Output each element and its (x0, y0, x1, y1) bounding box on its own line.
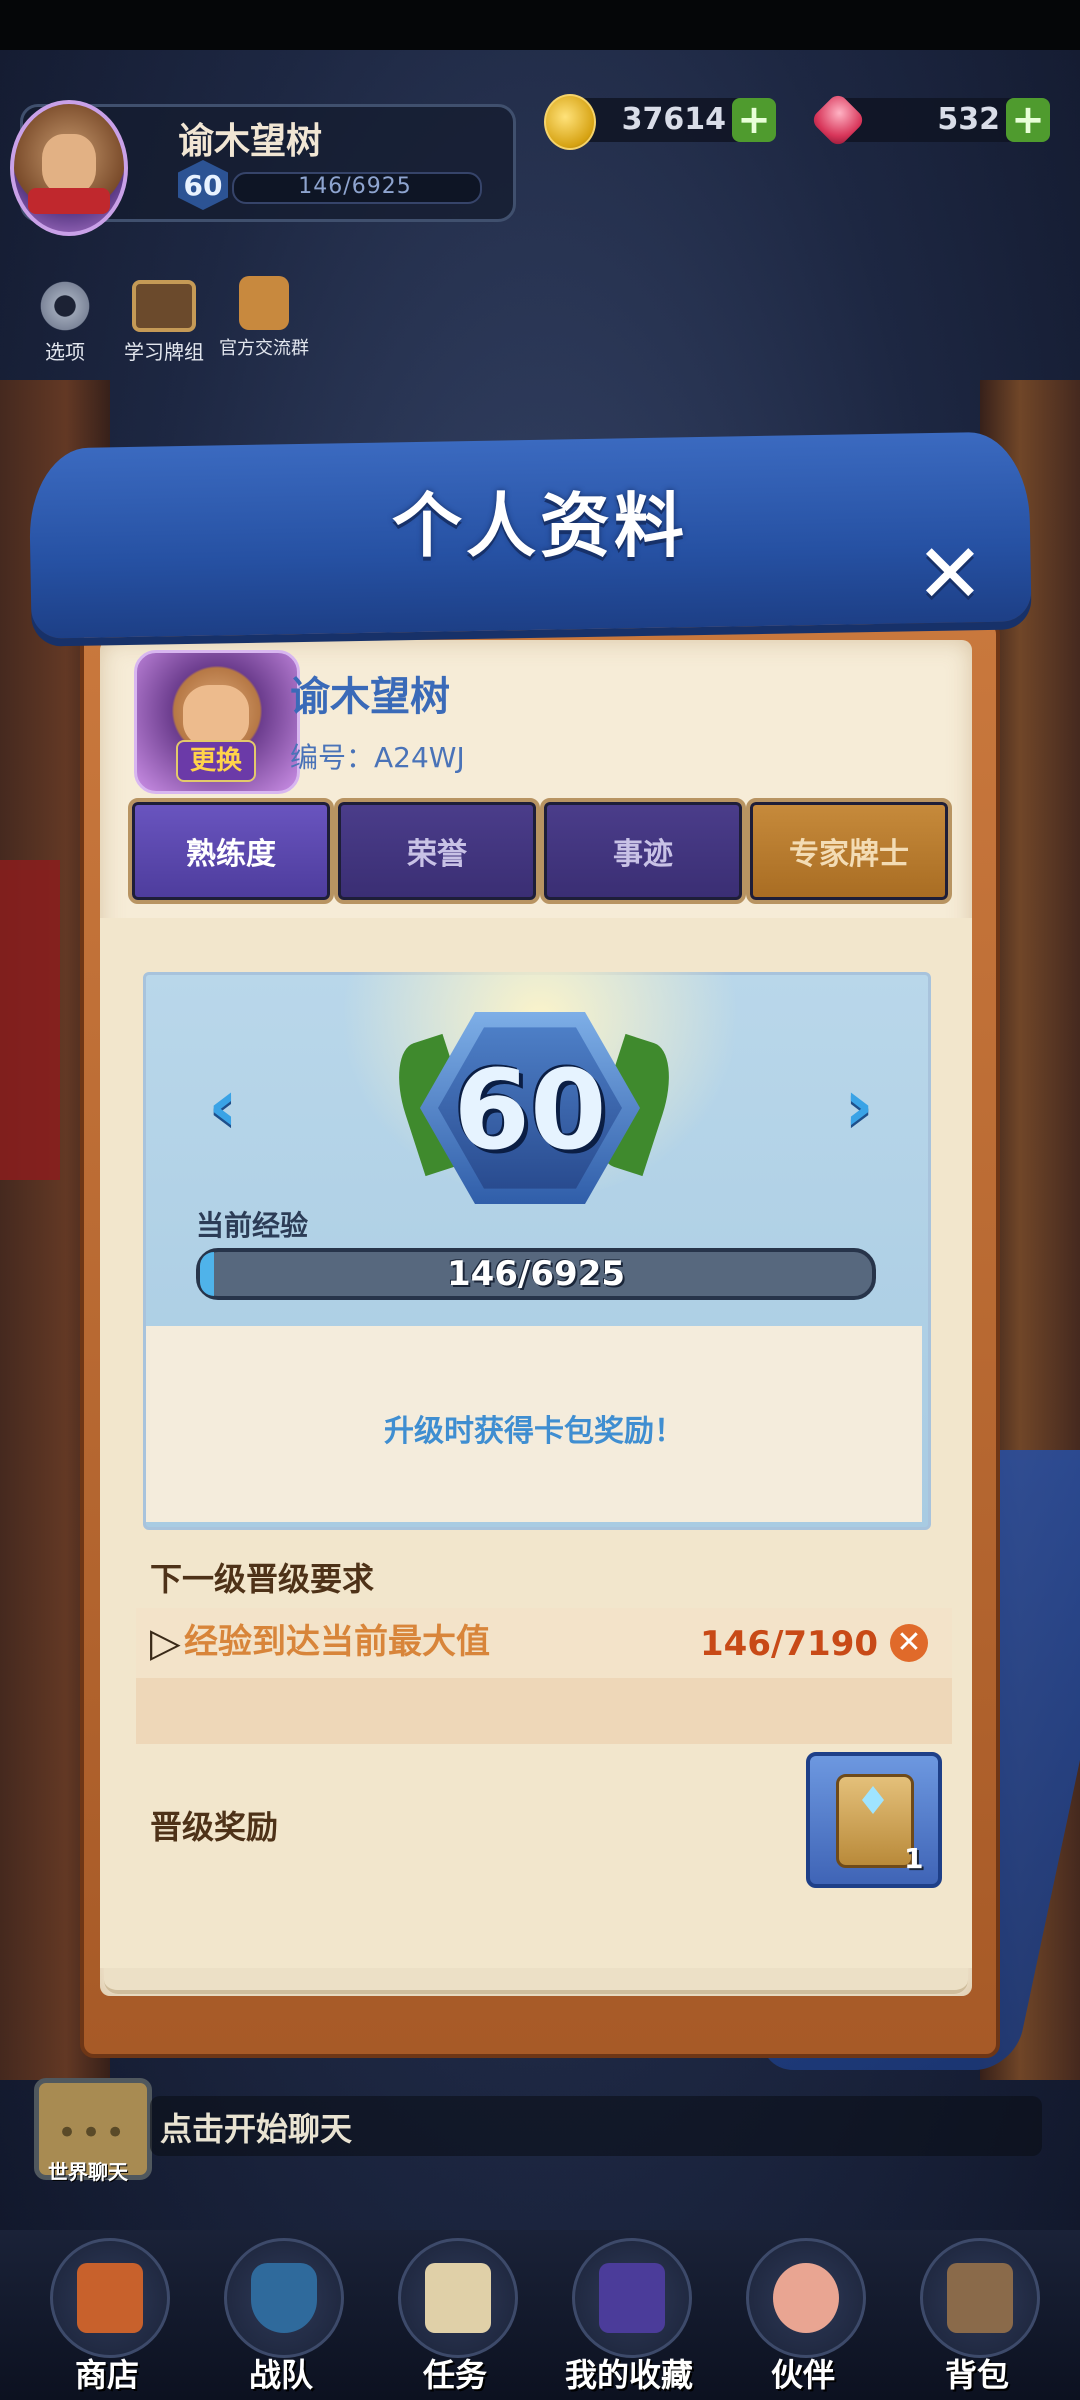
avatar-band (28, 188, 110, 214)
profile-name: 谕木望树 (290, 674, 450, 720)
player-avatar[interactable] (10, 100, 128, 236)
nav-team-label: 战队 (248, 2356, 313, 2394)
chest-icon (920, 2238, 1040, 2358)
requirement-progress: 146/7190 (700, 1624, 879, 1664)
change-avatar-button[interactable]: 更换 (176, 740, 256, 782)
scroll-icon (398, 2238, 518, 2358)
add-coins-button[interactable]: + (732, 98, 776, 142)
add-gems-button[interactable]: + (1006, 98, 1050, 142)
partner-symbol (773, 2263, 839, 2333)
world-chat-label: 世界聊天 (48, 2160, 128, 2184)
nav-team[interactable]: 战队 (196, 2230, 366, 2400)
reward-hint: 升级时获得卡包奖励！ (384, 1414, 684, 1449)
avatar-face (42, 134, 96, 194)
card-collection-icon (572, 2238, 692, 2358)
tasks-symbol (425, 2263, 491, 2333)
study-deck-label: 学习牌组 (124, 340, 204, 364)
incomplete-icon: ✕ (890, 1624, 928, 1662)
paw-icon (746, 2238, 866, 2358)
coin-value: 37614 (621, 102, 726, 137)
tab-honor[interactable]: 荣誉 (334, 798, 540, 904)
options-button[interactable]: 选项 (30, 280, 100, 365)
play-arrow-icon: ▷ (150, 1620, 181, 1666)
nav-tasks[interactable]: 任务 (370, 2230, 540, 2400)
nav-bag-label: 背包 (944, 2356, 1009, 2394)
community-button[interactable]: 官方交流群 (212, 276, 316, 360)
requirement-text: 经验到达当前最大值 (184, 1622, 490, 1662)
community-label: 官方交流群 (219, 338, 309, 359)
avatar-face (183, 685, 249, 747)
player-xp-text: 146/6925 (298, 174, 412, 199)
gem-icon (809, 91, 867, 149)
xp-progress-text: 146/6925 (446, 1254, 626, 1294)
bag-symbol (947, 2263, 1013, 2333)
shop-icon (50, 2238, 170, 2358)
promotion-reward-label: 晋级奖励 (150, 1808, 279, 1846)
nav-shop[interactable]: 商店 (22, 2230, 192, 2400)
next-level-requirements-title: 下一级晋级要求 (150, 1560, 375, 1598)
coin-icon (544, 94, 596, 150)
prev-level-button[interactable]: ‹ (196, 1063, 250, 1147)
nav-collection[interactable]: 我的收藏 (544, 2230, 714, 2400)
next-level-button[interactable]: › (832, 1063, 886, 1147)
tv-icon (132, 280, 196, 332)
level-number: 60 (453, 1046, 607, 1174)
shop-symbol (77, 2263, 143, 2333)
team-symbol (251, 2263, 317, 2333)
player-name: 谕木望树 (178, 121, 323, 162)
current-xp-label: 当前经验 (196, 1209, 309, 1242)
close-button[interactable]: ✕ (910, 534, 990, 616)
status-bar (0, 0, 1080, 50)
requirement-row-spacer (136, 1678, 952, 1744)
options-label: 选项 (45, 340, 85, 364)
study-deck-button[interactable]: 学习牌组 (112, 280, 216, 365)
nav-collection-label: 我的收藏 (564, 2356, 693, 2394)
background-flag (0, 860, 60, 1180)
profile-id: 编号：A24WJ (290, 741, 465, 774)
tab-expert[interactable]: 专家牌士 (746, 798, 952, 904)
gear-icon (39, 280, 91, 332)
collection-symbol (599, 2263, 665, 2333)
nav-partner[interactable]: 伙伴 (718, 2230, 888, 2400)
tab-deeds[interactable]: 事迹 (540, 798, 746, 904)
mascot-icon (239, 276, 289, 330)
team-banner-icon (224, 2238, 344, 2358)
reward-count: 1 (904, 1842, 924, 1875)
nav-shop-label: 商店 (74, 2356, 139, 2394)
tab-proficiency[interactable]: 熟练度 (128, 798, 334, 904)
gem-value: 532 (937, 102, 1000, 137)
chat-placeholder: 点击开始聊天 (160, 2110, 353, 2148)
card-pack-icon (836, 1774, 914, 1868)
chat-bubble-icon: ••• (57, 2113, 130, 2153)
nav-tasks-label: 任务 (422, 2356, 487, 2394)
nav-bag[interactable]: 背包 (892, 2230, 1062, 2400)
coin-counter: 37614 + (544, 94, 776, 150)
nav-partner-label: 伙伴 (770, 2356, 835, 2394)
gem-counter: 532 + (809, 91, 1050, 149)
